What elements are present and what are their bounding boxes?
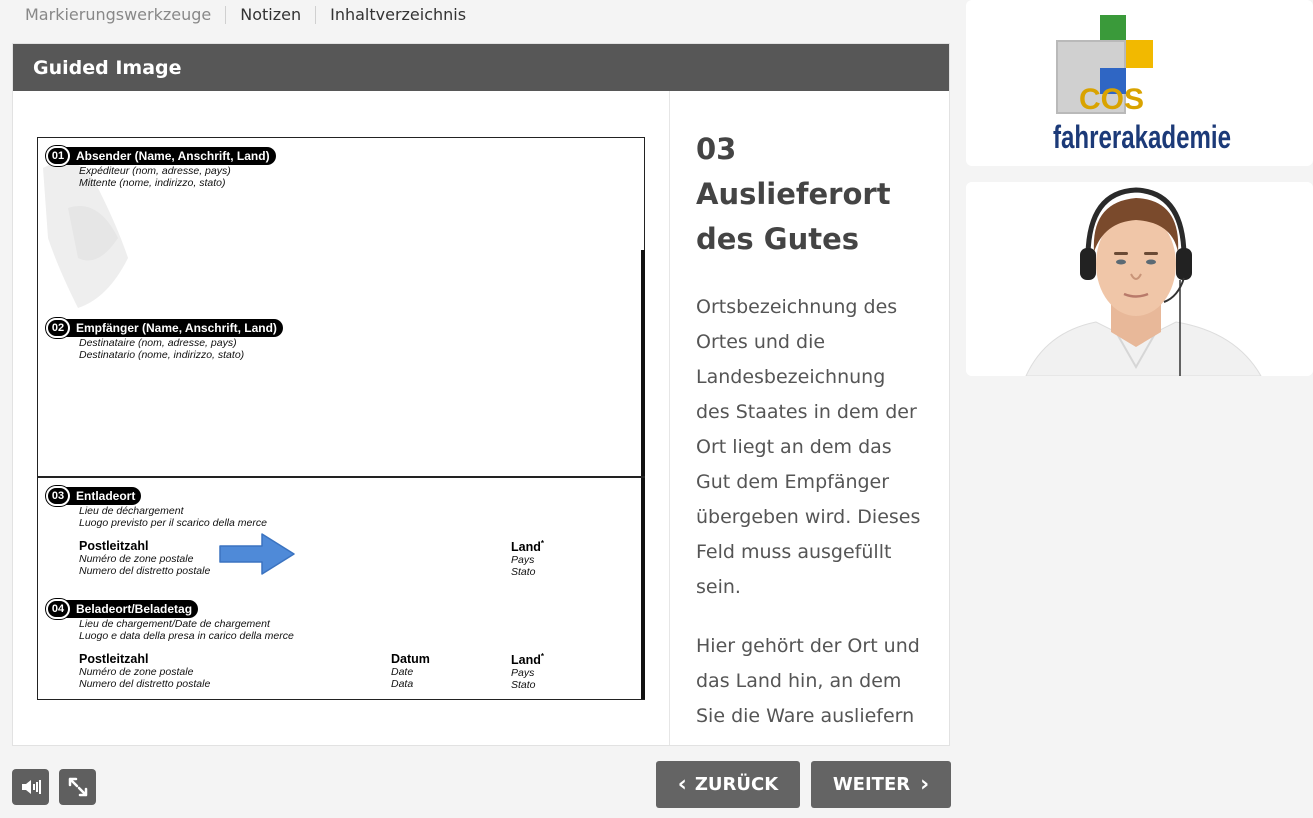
form-section-01: 01 Absender (Name, Anschrift, Land) Expéd… xyxy=(46,146,276,189)
field-land-04: Land* Pays Stato xyxy=(511,652,544,692)
back-label: ZURÜCK xyxy=(694,774,779,795)
section-subtitle-it: Mittente (nome, indirizzo, stato) xyxy=(79,177,226,189)
svg-text:COS: COS xyxy=(1079,83,1144,116)
step-paragraph-1: Ortsbezeichnung des Ortes und die Landes… xyxy=(696,296,921,598)
form-border xyxy=(643,138,645,250)
section-subtitle-fr: Lieu de déchargement xyxy=(79,505,184,517)
top-menu: Markierungswerkzeuge Notizen Inhaltverze… xyxy=(12,0,480,30)
section-subtitle-it: Luogo e data della presa in carico della… xyxy=(79,630,294,642)
section-subtitle-fr: Lieu de chargement/Date de chargement xyxy=(79,618,270,630)
next-button[interactable]: WEITER › xyxy=(811,761,951,808)
cos-logo: COS fahrerakademie xyxy=(1053,15,1231,155)
guide-arrow-icon xyxy=(219,533,295,575)
form-section-03: 03 Entladeort Lieu de déchargement Luogo … xyxy=(46,486,267,529)
panel-body: 01 Absender (Name, Anschrift, Land) Expéd… xyxy=(13,91,949,745)
form-border xyxy=(641,250,645,699)
logo-card: COS fahrerakademie xyxy=(966,0,1313,166)
field-land-03: Land* Pays Stato xyxy=(511,539,544,579)
image-area: 01 Absender (Name, Anschrift, Land) Expéd… xyxy=(13,91,670,745)
panel-title: Guided Image xyxy=(13,44,949,91)
field-postleitzahl-03: Postleitzahl Numéro de zone postale Nume… xyxy=(79,539,211,577)
form-section-02: 02 Empfänger (Name, Anschrift, Land) Dest… xyxy=(46,318,283,361)
field-postleitzahl-04: Postleitzahl Numéro de zone postale Nume… xyxy=(79,652,211,690)
form-section-04: 04 Beladeort/Beladetag Lieu de chargement… xyxy=(46,599,294,642)
section-subtitle-it: Luogo previsto per il scarico della merc… xyxy=(79,517,267,529)
chevron-left-icon: ‹ xyxy=(677,772,687,797)
expand-icon xyxy=(68,777,87,797)
menu-notizen[interactable]: Notizen xyxy=(225,6,315,24)
svg-text:fahrerakademie: fahrerakademie xyxy=(1053,119,1231,155)
guided-image-panel: Guided Image 01 Absender (Name, Anschrift… xyxy=(12,43,950,746)
chevron-right-icon: › xyxy=(920,772,930,797)
menu-inhaltverzeichnis[interactable]: Inhaltverzeichnis xyxy=(315,6,480,24)
fullscreen-button[interactable] xyxy=(59,769,96,805)
step-paragraph-2: Hier gehört der Ort und das Land hin, an… xyxy=(696,635,920,727)
section-subtitle-it: Destinatario (nome, indirizzo, stato) xyxy=(79,349,245,361)
next-label: WEITER xyxy=(832,774,911,795)
avatar-image xyxy=(966,182,1313,376)
cmr-form-image: 01 Absender (Name, Anschrift, Land) Expéd… xyxy=(37,137,645,700)
section-badge: 04 Beladeort/Beladetag xyxy=(46,599,199,619)
section-subtitle-fr: Expéditeur (nom, adresse, pays) xyxy=(79,165,231,177)
tutor-avatar xyxy=(966,182,1313,376)
audio-button[interactable] xyxy=(12,769,49,805)
speaker-icon xyxy=(21,780,41,794)
form-divider xyxy=(38,476,645,478)
section-badge: 02 Empfänger (Name, Anschrift, Land) xyxy=(46,318,283,338)
section-badge: 01 Absender (Name, Anschrift, Land) xyxy=(46,146,276,166)
section-badge: 03 Entladeort xyxy=(46,486,142,506)
step-heading: 03 Auslieferort des Gutes xyxy=(696,132,891,256)
menu-markierungswerkzeuge[interactable]: Markierungswerkzeuge xyxy=(12,6,225,24)
section-subtitle-fr: Destinataire (nom, adresse, pays) xyxy=(79,337,237,349)
field-datum-04: Datum Date Data xyxy=(391,652,430,690)
back-button[interactable]: ‹ ZURÜCK xyxy=(656,761,800,808)
explanation-text: 03 Auslieferort des Gutes Ortsbezeichnun… xyxy=(670,91,949,745)
